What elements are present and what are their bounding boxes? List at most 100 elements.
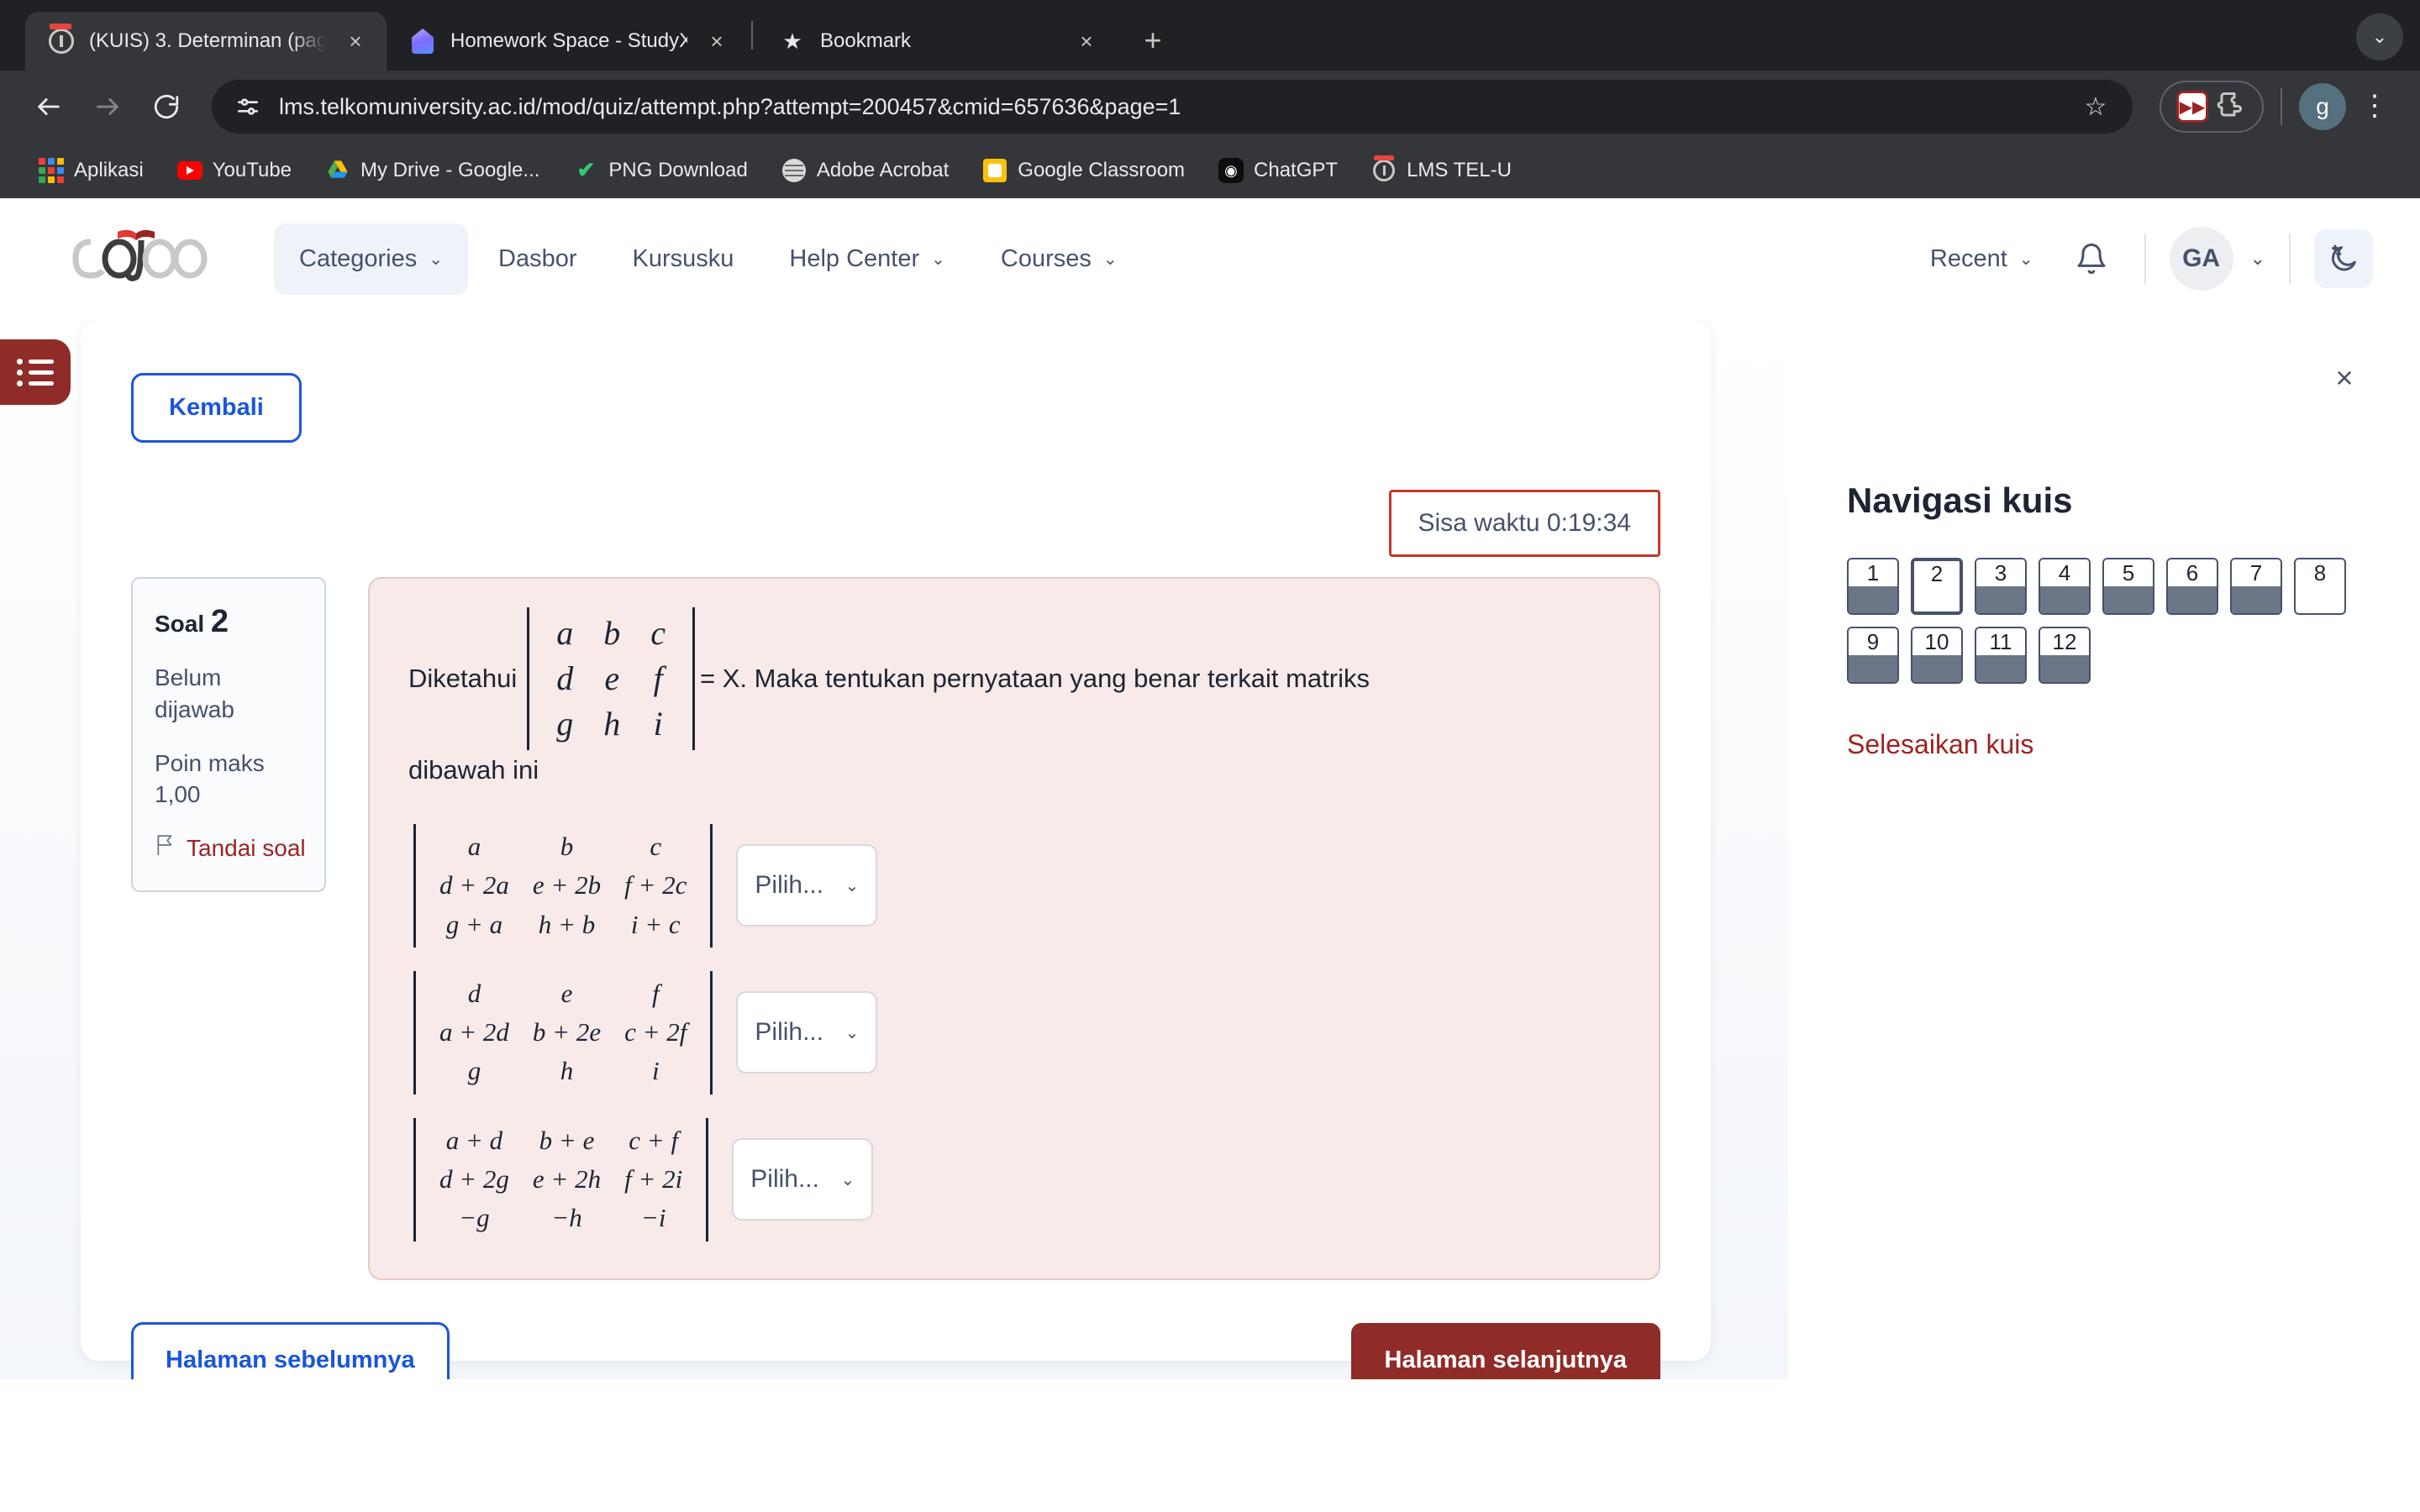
matrix-cell: b + 2e [532,1017,602,1047]
back-icon[interactable] [22,80,76,134]
chevron-down-icon: ⌄ [931,249,945,269]
close-icon[interactable]: × [1071,25,1102,57]
idm-extension-icon[interactable]: ▶▶ [2176,91,2208,123]
question-nav-2[interactable]: 2 [1911,558,1963,615]
question-nav-5[interactable]: 5 [2102,558,2154,615]
extensions-puzzle-icon[interactable] [2217,90,2247,124]
tabstrip-right: ⌄ [2356,13,2420,71]
profile-avatar[interactable]: g [2299,83,2346,130]
dark-mode-toggle[interactable] [2314,229,2373,288]
close-icon[interactable]: × [2319,353,2370,403]
statement-prefix: Diketahui [408,664,518,693]
soal-number: 2 [210,604,229,639]
matrix-cell: d + 2a [439,870,509,900]
bookmark-my-drive[interactable]: My Drive - Google... [308,149,556,192]
matrix-cell: d + 2g [439,1164,509,1194]
nav-item-categories[interactable]: Categories ⌄ [274,223,469,295]
question-nav-9[interactable]: 9 [1847,627,1899,684]
browser-tab-1[interactable]: (KUIS) 3. Determinan (page 2 × [25,12,387,71]
forward-icon[interactable] [81,80,134,134]
address-bar[interactable]: lms.telkomuniversity.ac.id/mod/quiz/atte… [212,80,2133,134]
nav-panel-title: Navigasi kuis [1847,480,2073,520]
recent-label: Recent [1929,244,2007,272]
new-tab-button[interactable]: + [1129,17,1176,64]
browser-toolbar: lms.telkomuniversity.ac.id/mod/quiz/atte… [0,71,2420,143]
back-button[interactable]: Kembali [131,373,302,443]
site-settings-icon[interactable] [232,91,264,123]
content-area: Kembali Sisa waktu 0:19:34 Soal 2 Belum … [0,319,2420,1379]
toolbar-divider [2281,88,2282,125]
bookmark-google-classroom[interactable]: Google Classroom [965,149,1202,192]
notifications-bell-icon[interactable] [2062,229,2121,288]
finish-quiz-link[interactable]: Selesaikan kuis [1847,729,2361,760]
bookmark-png-download[interactable]: ✔ PNG Download [556,149,764,192]
recent-dropdown[interactable]: Recent ⌄ [1912,232,2052,286]
option-select-3[interactable]: Pilih... ⌄ [732,1138,874,1221]
nav-item-help-center[interactable]: Help Center ⌄ [764,223,971,295]
option-select-2[interactable]: Pilih... ⌄ [736,991,878,1074]
flag-label: Tandai soal [187,834,306,861]
nav-item-dasbor[interactable]: Dasbor [473,223,602,295]
question-nav-3[interactable]: 3 [1975,558,2027,615]
main-nav: Categories ⌄ Dasbor Kursusku Help Center… [274,223,1143,295]
previous-page-button[interactable]: Halaman sebelumnya [131,1321,450,1379]
sidebar-drawer-toggle[interactable] [0,339,71,405]
bookmark-label: LMS TEL-U [1407,159,1512,181]
nav-item-kursusku[interactable]: Kursusku [608,223,760,295]
question-status: Belum dijawab [155,664,234,722]
png-download-icon: ✔ [576,158,596,182]
next-page-button[interactable]: Halaman selanjutnya [1350,1322,1660,1379]
nav-label: Help Center [789,244,920,272]
chevron-down-icon: ⌄ [2018,249,2033,269]
nav-item-courses[interactable]: Courses ⌄ [976,223,1143,295]
question-nav-10[interactable]: 10 [1911,627,1963,684]
chevron-down-icon: ⌄ [1102,249,1118,269]
extensions-pill: ▶▶ [2160,81,2264,133]
matrix-cell: a + 2d [439,1017,509,1047]
question-nav-4[interactable]: 4 [2039,558,2091,615]
close-icon[interactable]: × [701,25,733,57]
browser-tab-2[interactable]: Homework Space - StudyX × [387,12,748,71]
reload-icon[interactable] [139,80,193,134]
bookmark-chatgpt[interactable]: ◉ ChatGPT [1202,149,1355,192]
question-nav-number: 11 [1976,628,2025,655]
question-nav-12[interactable]: 12 [2039,627,2091,684]
chevron-down-icon[interactable]: ⌄ [2356,13,2403,60]
matrix-cell: −i [640,1203,666,1233]
nav-label: Courses [1000,244,1092,272]
matrix-cell: g + a [445,909,503,939]
browser-chrome: (KUIS) 3. Determinan (page 2 × Homework … [0,0,2420,198]
chevron-down-icon[interactable]: ⌄ [2250,248,2265,270]
browser-tab-3[interactable]: ★ Bookmark × [756,12,1118,71]
nav-label: Categories [299,244,418,272]
chrome-menu-icon[interactable]: ⋮ [2351,92,2398,120]
avatar[interactable]: GA [2169,227,2233,291]
select-value: Pilih... [750,1165,819,1194]
question-nav-number: 9 [1849,628,1897,655]
timer-row: Sisa waktu 0:19:34 [131,490,1660,557]
celoe-logo[interactable] [47,223,249,294]
matrix-cell: f [651,978,660,1008]
close-icon[interactable]: × [339,25,371,57]
option-select-1[interactable]: Pilih... ⌄ [736,844,878,927]
question-nav-7[interactable]: 7 [2230,558,2282,615]
quiz-navigation-panel: × Navigasi kuis 1 2 3 4 5 6 7 8 9 10 11 … [1788,319,2420,1379]
bookmark-star-icon[interactable]: ☆ [2074,92,2118,122]
matrix-cell: b [603,614,621,652]
bookmark-adobe-acrobat[interactable]: Adobe Acrobat [765,149,965,192]
question-nav-6[interactable]: 6 [2166,558,2218,615]
question-nav-8[interactable]: 8 [2294,558,2346,615]
bookmark-youtube[interactable]: YouTube [160,149,308,192]
question-nav-1[interactable]: 1 [1847,558,1899,615]
list-icon [17,354,54,391]
bookmark-aplikasi[interactable]: Aplikasi [22,149,160,192]
question-nav-11[interactable]: 11 [1975,627,2027,684]
question-points: Poin maks 1,00 [155,749,265,808]
bookmarks-bar: Aplikasi YouTube My Drive - Google... ✔ … [0,143,2420,198]
question-row: Soal 2 Belum dijawab Poin maks 1,00 Tand… [131,577,1660,1280]
question-nav-number: 5 [2104,559,2153,586]
chevron-down-icon: ⌄ [840,1170,855,1189]
bookmark-lms-telu[interactable]: LMS TEL-U [1355,149,1528,192]
flag-question-button[interactable]: Tandai soal [155,832,306,864]
question-nav-number: 12 [2040,628,2089,655]
